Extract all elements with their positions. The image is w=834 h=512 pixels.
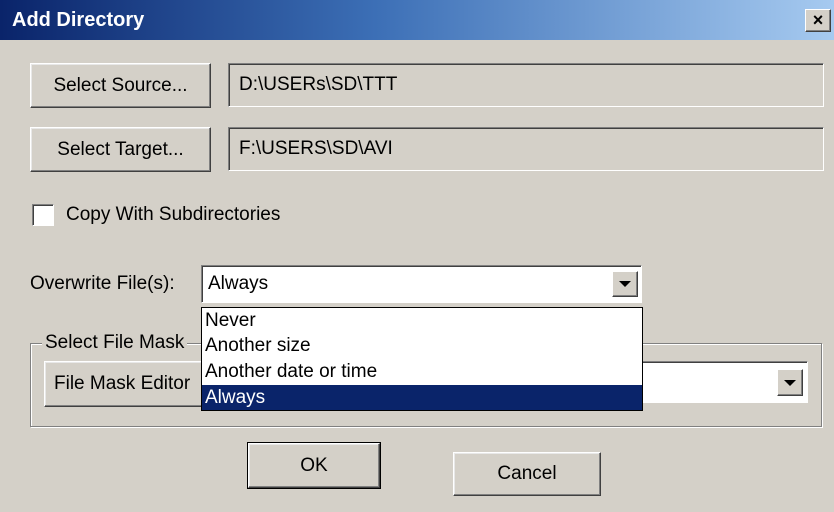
- option-always[interactable]: Always: [202, 385, 642, 410]
- file-mask-group-label: Select File Mask: [42, 331, 188, 355]
- overwrite-dropdown-list: Never Another size Another date or time …: [201, 307, 643, 411]
- overwrite-selected-value: Always: [208, 273, 269, 294]
- select-target-button[interactable]: Select Target...: [30, 127, 211, 172]
- title-bar[interactable]: Add Directory ×: [0, 0, 834, 40]
- cancel-button[interactable]: Cancel: [453, 452, 601, 496]
- dialog-title: Add Directory: [12, 9, 145, 31]
- copy-subdirectories-checkbox[interactable]: [32, 204, 54, 226]
- copy-subdirectories-label: Copy With Subdirectories: [66, 204, 281, 225]
- chevron-down-icon: [784, 380, 796, 386]
- overwrite-label: Overwrite File(s):: [30, 273, 175, 294]
- target-path-field[interactable]: F:\USERS\SD\AVI: [228, 127, 824, 171]
- ok-button[interactable]: OK: [247, 442, 381, 489]
- option-another-size[interactable]: Another size: [202, 333, 642, 358]
- select-target-label: Select Target...: [57, 139, 184, 160]
- close-icon: ×: [812, 10, 824, 30]
- source-path-field[interactable]: D:\USERs\SD\TTT: [228, 63, 824, 107]
- file-mask-dropdown-button[interactable]: [777, 369, 803, 396]
- ok-label: OK: [300, 455, 328, 476]
- cancel-label: Cancel: [497, 463, 557, 484]
- option-never[interactable]: Never: [202, 308, 642, 333]
- overwrite-dropdown-button[interactable]: [612, 271, 638, 297]
- select-source-label: Select Source...: [53, 75, 188, 96]
- close-button[interactable]: ×: [805, 9, 831, 32]
- overwrite-select[interactable]: Always: [201, 265, 642, 303]
- chevron-down-icon: [619, 281, 631, 287]
- select-source-button[interactable]: Select Source...: [30, 63, 211, 108]
- add-directory-dialog: Add Directory × Select Source... D:\USER…: [0, 0, 834, 512]
- option-another-date-or-time[interactable]: Another date or time: [202, 359, 642, 384]
